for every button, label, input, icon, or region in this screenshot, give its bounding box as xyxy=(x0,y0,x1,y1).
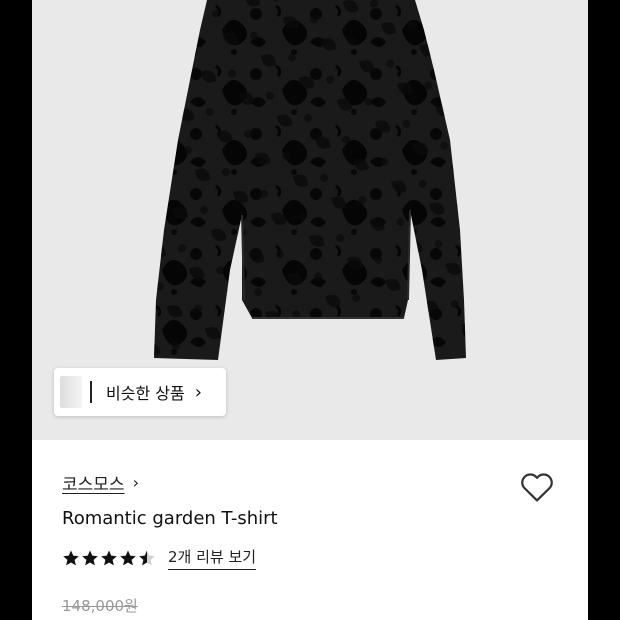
product-detail-screen: 비슷한 상품 › 코스모스 › Romantic garden T-shirt … xyxy=(32,0,588,620)
star-icon xyxy=(63,550,79,566)
star-icon xyxy=(82,550,98,566)
star-rating xyxy=(62,549,156,567)
chevron-right-icon: › xyxy=(132,473,139,492)
similar-product-thumbnail xyxy=(60,376,82,408)
star-icon xyxy=(101,550,117,566)
divider xyxy=(90,381,92,403)
product-image[interactable]: 비슷한 상품 › xyxy=(32,0,588,440)
heart-icon[interactable] xyxy=(518,468,556,506)
product-title: Romantic garden T-shirt xyxy=(62,508,278,529)
chevron-right-icon: › xyxy=(194,381,202,403)
similar-products-button[interactable]: 비슷한 상품 › xyxy=(54,368,226,416)
star-icon xyxy=(120,550,136,566)
brand-link[interactable]: 코스모스 › xyxy=(62,470,139,495)
similar-products-label: 비슷한 상품 xyxy=(106,384,185,403)
half-star-icon xyxy=(139,550,155,566)
original-price: 148,000원 xyxy=(62,597,138,615)
brand-name: 코스모스 xyxy=(62,475,125,495)
rating-row: 2개 리뷰 보기 xyxy=(62,546,257,570)
review-link[interactable]: 2개 리뷰 보기 xyxy=(168,546,257,570)
